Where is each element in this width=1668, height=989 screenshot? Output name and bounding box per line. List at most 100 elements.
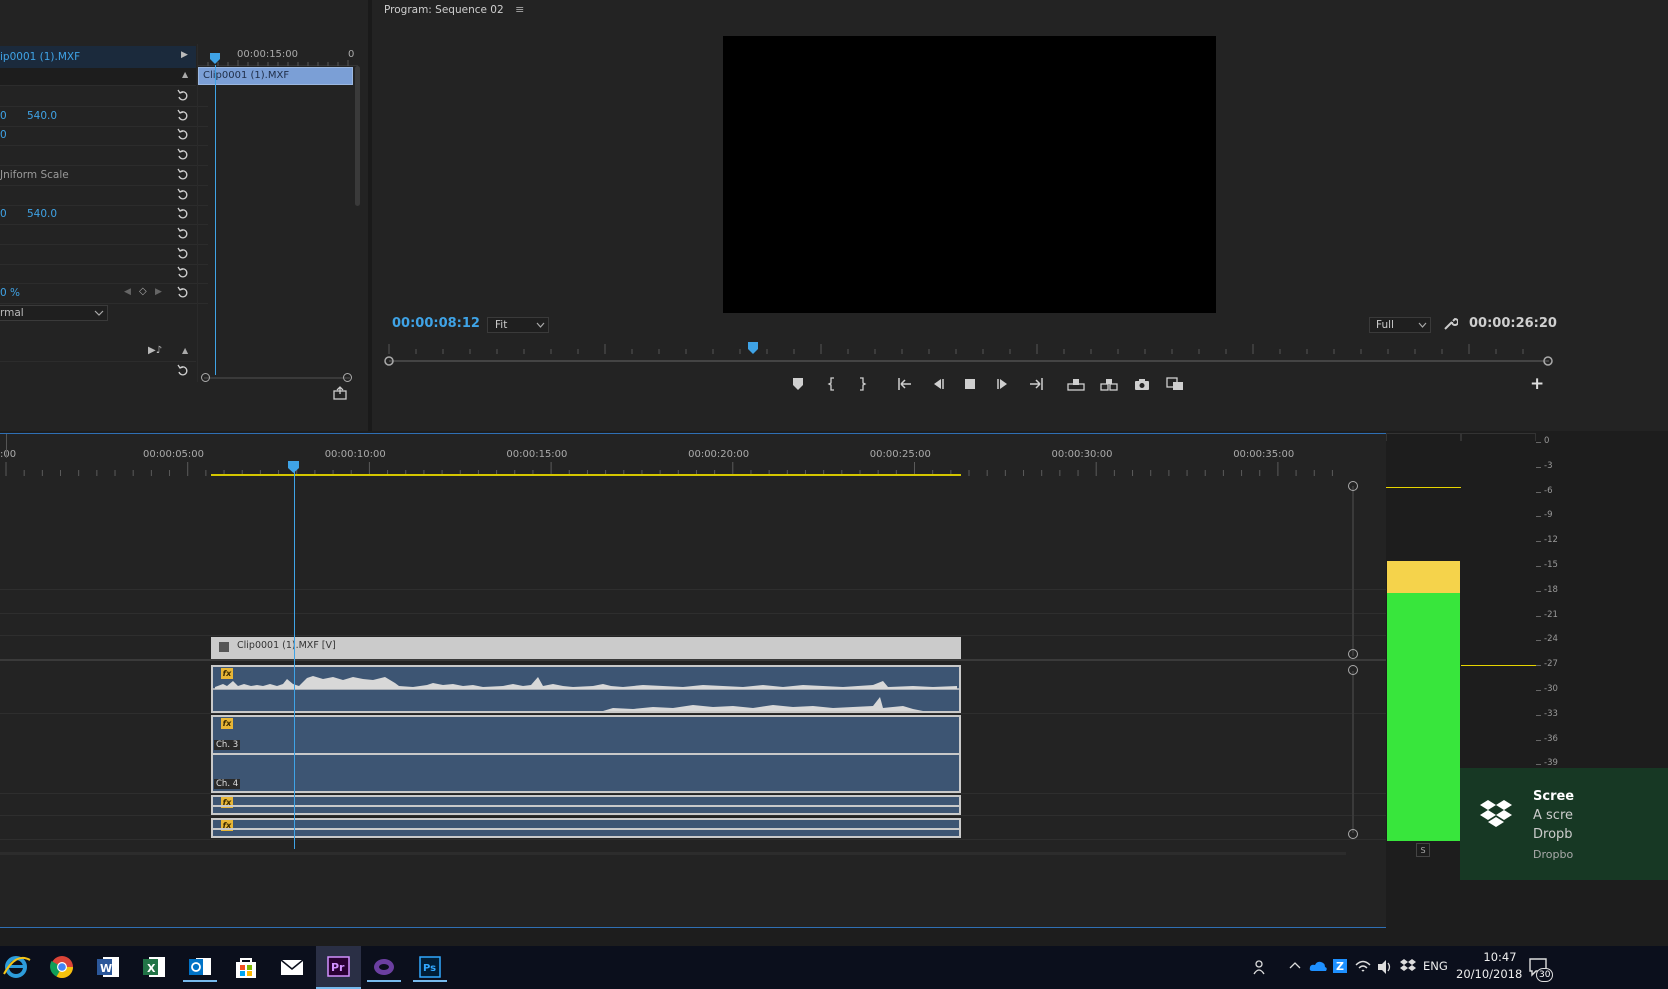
reset-icon[interactable] (176, 363, 190, 377)
reset-icon[interactable] (176, 206, 190, 220)
store-icon[interactable] (229, 952, 263, 982)
stop-icon[interactable] (963, 377, 977, 391)
property-value-secondary[interactable]: 540.0 (27, 208, 57, 220)
internet-explorer-icon[interactable] (0, 952, 34, 982)
mail-icon[interactable] (275, 952, 309, 982)
language-indicator[interactable]: ENG (1423, 959, 1448, 973)
photoshop-icon[interactable]: Ps (413, 952, 447, 982)
wifi-icon[interactable] (1354, 958, 1372, 976)
current-timecode[interactable]: 00:00:08:12 (392, 316, 480, 331)
people-icon[interactable] (1252, 958, 1270, 976)
chevron-up-icon[interactable] (1289, 960, 1301, 972)
reset-icon[interactable] (176, 147, 190, 161)
step-forward-icon[interactable] (996, 377, 1010, 391)
reset-icon[interactable] (176, 167, 190, 181)
go-to-in-icon[interactable] (897, 377, 913, 391)
dropbox-tray-icon[interactable] (1399, 958, 1417, 974)
property-value[interactable]: 0 (0, 208, 7, 220)
audio-clip-2[interactable]: fx Ch. 3 Ch. 4 (211, 715, 961, 793)
clip-header[interactable]: ip0001 (1).MXF ▶ (0, 46, 196, 68)
reset-icon[interactable] (176, 285, 190, 299)
effect-property-row[interactable]: 0 540.0 (0, 204, 208, 226)
scroll-handle[interactable] (1348, 481, 1358, 491)
effect-property-row[interactable] (0, 263, 208, 285)
scroll-handle[interactable] (1348, 649, 1358, 659)
expand-arrow-icon[interactable]: ▶ (181, 50, 188, 60)
mini-ruler[interactable]: 00:00:15:00 0 (198, 44, 358, 66)
property-value[interactable]: 0 % (0, 287, 20, 299)
prev-keyframe-icon[interactable]: ◀ (124, 287, 131, 297)
reset-icon[interactable] (176, 108, 190, 122)
add-marker-icon[interactable] (792, 377, 804, 391)
word-icon[interactable]: W (91, 952, 125, 982)
premiere-icon[interactable]: Pr (316, 946, 361, 989)
effect-property-row[interactable] (0, 244, 208, 265)
zoom-dropdown[interactable]: Fit (487, 317, 549, 333)
audio-clip-1[interactable]: fx (211, 665, 961, 713)
mini-playhead-icon[interactable] (210, 53, 221, 65)
outlook-icon[interactable] (183, 952, 217, 982)
excel-icon[interactable]: X (137, 952, 171, 982)
video-track-2[interactable] (0, 614, 1435, 636)
mark-out-icon[interactable] (857, 377, 867, 391)
comparison-view-icon[interactable] (1166, 377, 1184, 391)
video-track-4[interactable] (0, 564, 1435, 590)
export-icon[interactable] (333, 386, 348, 400)
lift-icon[interactable] (1067, 377, 1085, 391)
property-value[interactable]: 0 (0, 129, 7, 141)
timeline-ruler[interactable]: :00 00:00:05:00 00:00:10:00 00:00:15:00 00:0… (0, 434, 1348, 480)
video-preview[interactable] (723, 36, 1216, 313)
clock-date[interactable]: 20/10/2018 (1456, 967, 1522, 981)
mini-clip-bar[interactable]: Clip0001 (1).MXF (198, 67, 353, 85)
clock-time[interactable]: 10:47 (1472, 950, 1528, 964)
reset-icon[interactable] (176, 127, 190, 141)
ec-mini-timeline[interactable]: 00:00:15:00 0 Clip0001 (1).MXF (197, 44, 360, 382)
video-clip[interactable]: Clip0001 (1).MXF [V] (211, 637, 961, 659)
extract-icon[interactable] (1100, 377, 1118, 391)
reset-icon[interactable] (176, 187, 190, 201)
button-editor-plus-icon[interactable]: + (1530, 374, 1544, 394)
wrench-icon[interactable] (1443, 316, 1458, 331)
dropbox-notification[interactable]: Scree A scre Dropb Dropbo (1460, 768, 1668, 880)
property-value[interactable]: 0 (0, 110, 7, 122)
add-keyframe-icon[interactable]: ◇ (139, 286, 147, 297)
resolution-dropdown[interactable]: Full (1369, 317, 1431, 333)
property-value[interactable]: Jniform Scale (0, 169, 69, 181)
effect-property-row[interactable] (0, 145, 208, 167)
volume-icon[interactable] (1376, 958, 1394, 976)
effect-property-row[interactable]: Jniform Scale (0, 165, 208, 186)
work-area-bar[interactable] (211, 474, 961, 476)
scroll-handle[interactable] (1348, 665, 1358, 675)
audio-clip-3[interactable]: fx (211, 795, 961, 815)
audio-clip-4[interactable]: fx (211, 818, 961, 838)
export-frame-icon[interactable] (1134, 377, 1150, 391)
effect-property-row[interactable]: 0 (0, 125, 208, 147)
video-vertical-scrollbar[interactable] (1352, 486, 1354, 656)
effect-property-row[interactable] (0, 86, 208, 107)
effect-property-row[interactable]: 0 540.0 (0, 106, 208, 127)
timeline-horizontal-scrollbar[interactable] (0, 852, 1346, 855)
go-to-out-icon[interactable] (1028, 377, 1044, 391)
monitor-playhead-icon[interactable] (748, 342, 759, 356)
mark-in-icon[interactable] (827, 377, 837, 391)
chrome-icon[interactable] (45, 952, 79, 982)
collapse-up-icon[interactable]: ▲ (182, 346, 188, 355)
effect-property-row[interactable] (0, 185, 208, 206)
property-value-secondary[interactable]: 540.0 (27, 110, 57, 122)
scroll-handle[interactable] (1348, 829, 1358, 839)
audio-vertical-scrollbar[interactable] (1352, 671, 1354, 833)
onedrive-icon[interactable] (1308, 958, 1328, 974)
step-back-icon[interactable] (931, 377, 945, 391)
reset-icon[interactable] (176, 246, 190, 260)
audio-speaker-icon[interactable]: ▶♪ (148, 345, 162, 356)
ec-scrollbar[interactable] (355, 66, 360, 206)
z-app-icon[interactable]: Z (1332, 957, 1348, 975)
monitor-scrubber[interactable] (384, 340, 1554, 370)
video-track-3[interactable] (0, 590, 1435, 614)
reset-icon[interactable] (176, 265, 190, 279)
program-monitor-tab[interactable]: Program: Sequence 02 ≡ (384, 3, 524, 19)
blend-mode-dropdown[interactable]: rmal (0, 305, 108, 321)
mini-zoom-handle-right[interactable] (343, 373, 352, 382)
reset-icon[interactable] (176, 226, 190, 240)
cortana-icon[interactable] (367, 952, 401, 982)
